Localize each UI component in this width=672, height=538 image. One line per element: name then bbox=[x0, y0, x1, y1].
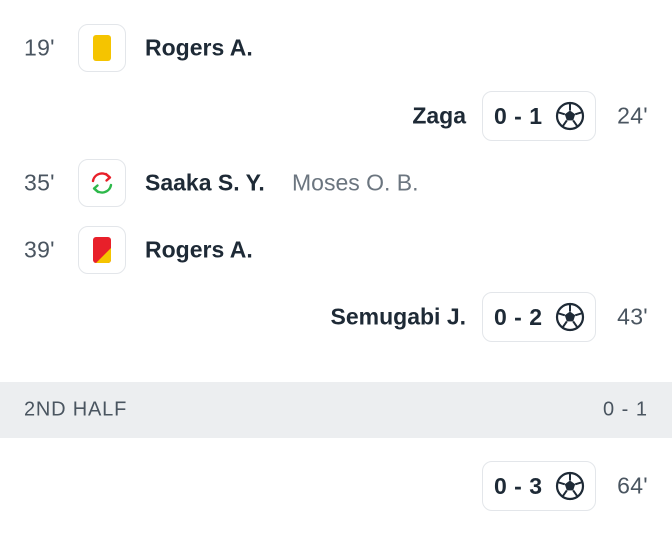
event-minute: 39' bbox=[24, 236, 55, 263]
second-yellow-red-card-icon bbox=[78, 226, 126, 274]
event-player[interactable]: Semugabi J. bbox=[331, 304, 466, 331]
half-label: 2ND HALF bbox=[24, 398, 128, 421]
event-row: 39' Rogers A. bbox=[0, 224, 672, 276]
event-minute: 64' bbox=[617, 472, 648, 499]
event-player[interactable]: Rogers A. bbox=[145, 237, 253, 264]
event-row: 19' Rogers A. bbox=[0, 22, 672, 74]
event-row: Zaga 0 - 1 24' bbox=[0, 90, 672, 142]
event-minute: 24' bbox=[617, 102, 648, 129]
event-row: Semugabi J. 0 - 2 43' bbox=[0, 291, 672, 343]
player-in[interactable]: Saaka S. Y. bbox=[145, 170, 265, 197]
event-minute: 19' bbox=[24, 34, 55, 61]
half-score: 0 - 1 bbox=[602, 398, 648, 421]
event-row: 0 - 3 64' bbox=[0, 460, 672, 512]
event-player[interactable]: Rogers A. bbox=[145, 35, 253, 62]
substitution-icon bbox=[78, 159, 126, 207]
event-row: 35' Saaka S. Y. Moses O. B. bbox=[0, 157, 672, 209]
score-box: 0 - 3 bbox=[482, 461, 596, 511]
football-icon bbox=[555, 302, 585, 332]
yellow-card-icon bbox=[78, 24, 126, 72]
event-score: 0 - 3 bbox=[494, 472, 543, 499]
event-minute: 43' bbox=[617, 303, 648, 330]
event-score: 0 - 1 bbox=[494, 102, 543, 129]
football-icon bbox=[555, 471, 585, 501]
event-minute: 35' bbox=[24, 169, 55, 196]
player-out[interactable]: Moses O. B. bbox=[292, 170, 419, 197]
second-half-header: 2ND HALF 0 - 1 bbox=[0, 382, 672, 438]
score-box: 0 - 1 bbox=[482, 91, 596, 141]
event-score: 0 - 2 bbox=[494, 303, 543, 330]
football-icon bbox=[555, 101, 585, 131]
event-player[interactable]: Zaga bbox=[412, 103, 466, 130]
score-box: 0 - 2 bbox=[482, 292, 596, 342]
